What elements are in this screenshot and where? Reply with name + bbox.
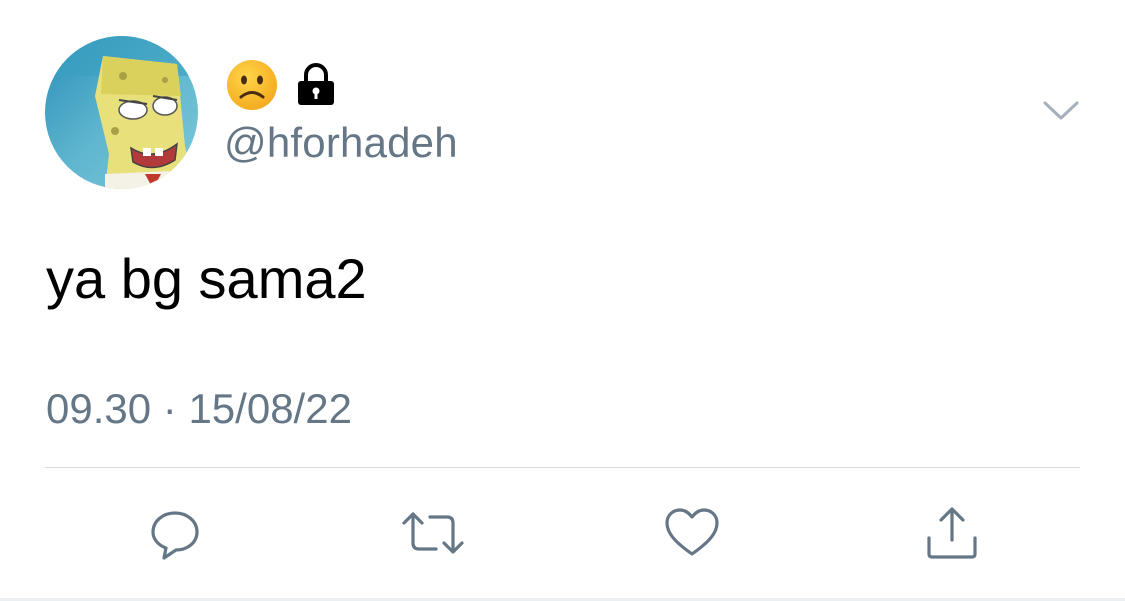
frowning-face-icon <box>226 59 278 111</box>
heart-icon <box>663 506 721 565</box>
reply-button[interactable] <box>140 500 210 570</box>
tweet-date: 15/08/22 <box>188 385 352 432</box>
tweet-time: 09.30 <box>46 385 152 432</box>
display-name <box>226 60 336 110</box>
avatar[interactable] <box>45 36 198 189</box>
like-button[interactable] <box>657 500 727 570</box>
tweet-text: ya bg sama2 <box>46 247 367 310</box>
retweet-icon <box>400 505 466 566</box>
chevron-down-icon[interactable] <box>1040 96 1082 126</box>
tweet-action-bar <box>0 500 1125 570</box>
reply-icon <box>147 505 203 566</box>
user-handle[interactable]: @hforhadeh <box>224 118 458 168</box>
retweet-button[interactable] <box>398 500 468 570</box>
tweet-timestamp: 09.30 · 15/08/22 <box>46 384 352 434</box>
lock-icon <box>296 63 336 107</box>
divider <box>45 467 1080 468</box>
share-button[interactable] <box>917 500 987 570</box>
timestamp-separator: · <box>162 385 177 432</box>
avatar-image <box>45 36 198 189</box>
share-icon <box>923 504 981 567</box>
